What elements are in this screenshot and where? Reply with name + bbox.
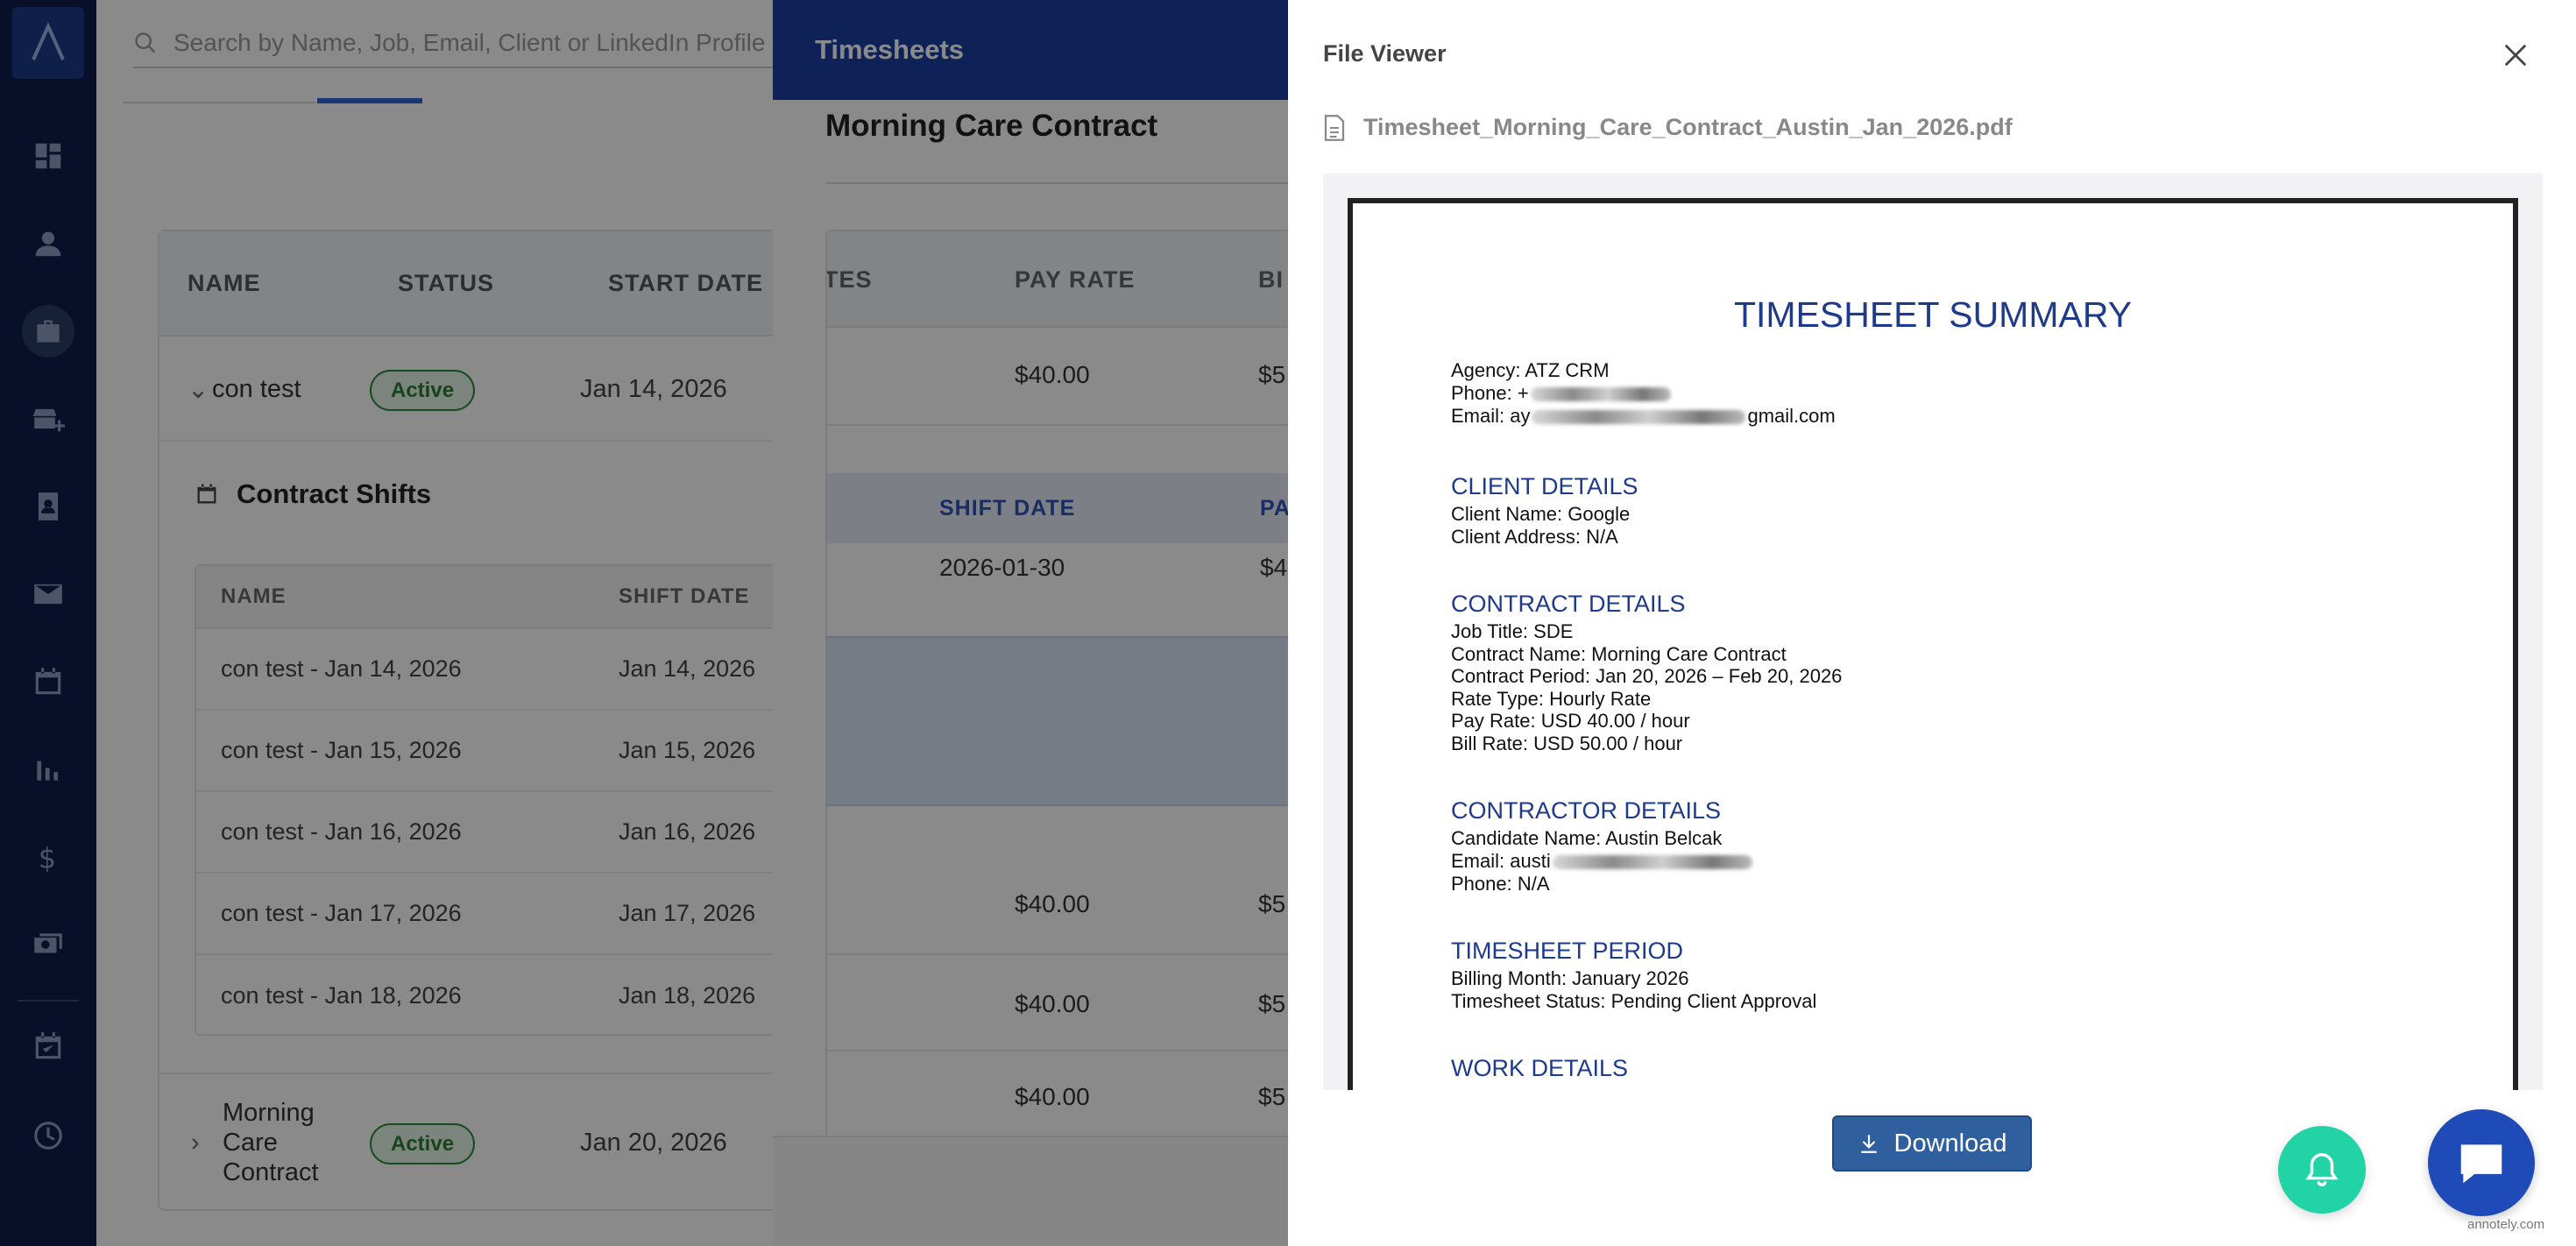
contractor-heading: CONTRACTOR DETAILS — [1451, 797, 1722, 824]
timesheet-status-line: Timesheet Status: Pending Client Approva… — [1451, 990, 1817, 1012]
phone-line: Phone: + — [1451, 382, 1673, 405]
contract-period-line: Contract Period: Jan 20, 2026 – Feb 20, … — [1451, 665, 1843, 687]
file-viewer-title: File Viewer — [1323, 40, 1447, 67]
pay-rate-line: Pay Rate: USD 40.00 / hour — [1451, 710, 1690, 732]
download-button[interactable]: Download — [1832, 1115, 2032, 1172]
pdf-title: TIMESHEET SUMMARY — [1733, 294, 2133, 335]
download-icon — [1860, 1135, 1877, 1153]
redacted-phone — [1530, 387, 1671, 402]
billing-month-line: Billing Month: January 2026 — [1451, 967, 1689, 989]
chat-button[interactable] — [2428, 1109, 2535, 1216]
download-label: Download — [1893, 1129, 2007, 1158]
candidate-email-label: Email: austi — [1451, 850, 1551, 872]
close-icon — [2504, 44, 2527, 67]
drawer-overlay[interactable] — [773, 0, 1288, 1246]
agency-line: Agency: ATZ CRM — [1451, 359, 1610, 381]
document-icon — [1324, 114, 1345, 141]
backdrop-overlay[interactable] — [0, 0, 773, 1246]
pdf-page: TIMESHEET SUMMARY Agency: ATZ CRM Phone:… — [1348, 198, 2518, 1090]
work-heading: WORK DETAILS — [1451, 1055, 1629, 1081]
candidate-name-line: Candidate Name: Austin Belcak — [1451, 827, 1723, 849]
close-button[interactable] — [2495, 35, 2536, 75]
watermark: annotely.com — [2467, 1217, 2545, 1232]
period-heading: TIMESHEET PERIOD — [1451, 938, 1684, 964]
phone-label: Phone: + — [1451, 382, 1529, 404]
notifications-button[interactable] — [2278, 1126, 2366, 1214]
rate-type-line: Rate Type: Hourly Rate — [1451, 688, 1652, 710]
file-viewer-panel: File Viewer Timesheet_Morning_Care_Contr… — [1288, 0, 2576, 1246]
redacted-email — [1552, 855, 1752, 870]
email-domain: gmail.com — [1747, 405, 1836, 427]
contract-name-line: Contract Name: Morning Care Contract — [1451, 643, 1787, 665]
pdf-viewer[interactable]: TIMESHEET SUMMARY Agency: ATZ CRM Phone:… — [1323, 173, 2543, 1090]
contract-heading: CONTRACT DETAILS — [1451, 591, 1686, 617]
file-name: Timesheet_Morning_Care_Contract_Austin_J… — [1363, 114, 2013, 140]
chat-icon — [2460, 1144, 2502, 1184]
email-label: Email: ay — [1451, 405, 1531, 427]
file-name-row: Timesheet_Morning_Care_Contract_Austin_J… — [1323, 114, 2013, 141]
client-address-line: Client Address: N/A — [1451, 526, 1618, 548]
client-name-line: Client Name: Google — [1451, 503, 1631, 525]
candidate-phone-line: Phone: N/A — [1451, 873, 1550, 895]
redacted-email — [1532, 410, 1746, 425]
client-heading: CLIENT DETAILS — [1451, 473, 1638, 499]
email-line: Email: ay gmail.com — [1451, 405, 1836, 428]
bill-rate-line: Bill Rate: USD 50.00 / hour — [1451, 733, 1683, 754]
candidate-email-line: Email: austi — [1451, 850, 1754, 873]
job-title-line: Job Title: SDE — [1451, 620, 1574, 642]
bell-icon — [2305, 1153, 2339, 1186]
